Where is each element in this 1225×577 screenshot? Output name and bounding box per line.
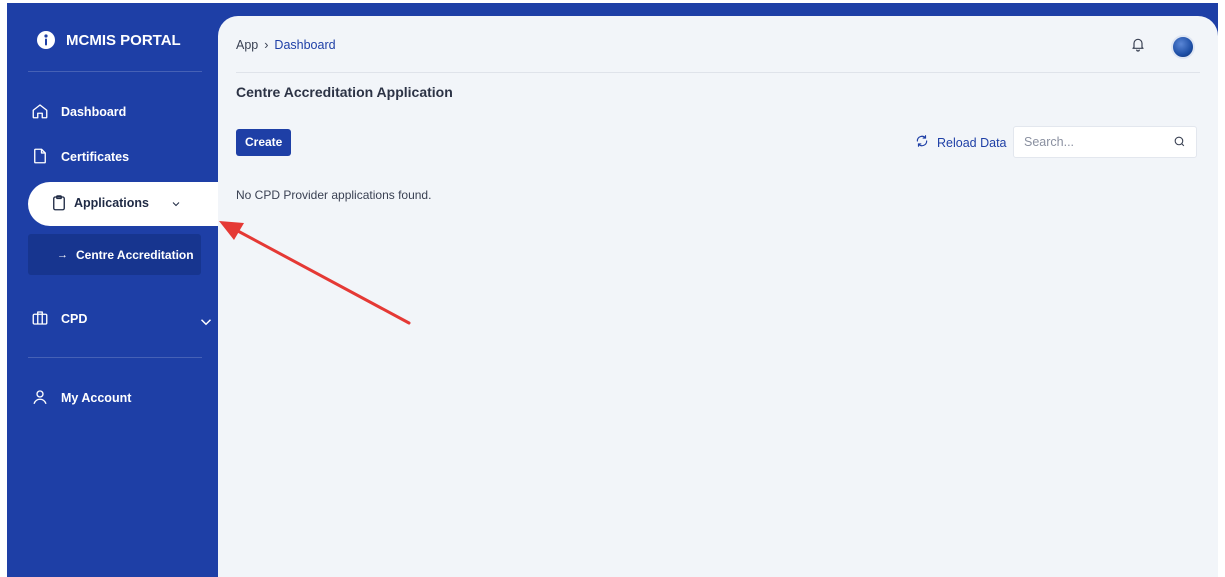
app-frame: MCMIS PORTAL Dashboard Certificates Appl… [7, 3, 1218, 577]
reload-data-button[interactable]: Reload Data [915, 134, 1007, 151]
search-box [1013, 126, 1197, 158]
sidebar-divider [28, 71, 202, 72]
sidebar-item-label: Certificates [61, 150, 130, 164]
breadcrumb-current[interactable]: Dashboard [274, 38, 335, 52]
sidebar-item-cpd[interactable]: CPD [31, 307, 212, 331]
sidebar: MCMIS PORTAL Dashboard Certificates Appl… [7, 3, 218, 577]
sidebar-item-applications[interactable]: Applications [28, 182, 218, 226]
refresh-icon [915, 134, 929, 151]
empty-state-message: No CPD Provider applications found. [236, 188, 432, 202]
search-input[interactable] [1014, 127, 1164, 157]
brand-name: MCMIS PORTAL [66, 31, 181, 49]
chevron-down-icon[interactable] [170, 197, 182, 215]
bell-icon[interactable] [1130, 36, 1146, 57]
sidebar-item-certificates[interactable]: Certificates [31, 145, 129, 169]
sidebar-item-label: Dashboard [61, 105, 127, 119]
sidebar-subitem-centre-accreditation[interactable]: → Centre Accreditation [28, 234, 201, 275]
clipboard-icon [50, 194, 68, 217]
file-icon [31, 147, 49, 168]
create-button[interactable]: Create [236, 129, 292, 156]
sidebar-item-dashboard[interactable]: Dashboard [31, 100, 126, 124]
brand[interactable]: MCMIS PORTAL [37, 31, 181, 49]
search-icon[interactable] [1173, 135, 1186, 153]
chevron-down-icon[interactable] [197, 313, 215, 334]
sidebar-item-label: Applications [74, 196, 150, 210]
breadcrumb: App › Dashboard [236, 38, 336, 52]
header-divider [236, 72, 1200, 73]
sidebar-divider [28, 357, 202, 358]
reload-data-label: Reload Data [937, 135, 1007, 150]
sidebar-item-my-account[interactable]: My Account [31, 386, 131, 410]
page-title: Centre Accreditation Application [236, 84, 453, 100]
sidebar-subitem-label: Centre Accreditation [76, 247, 194, 262]
briefcase-icon [31, 309, 49, 330]
user-icon [31, 388, 49, 409]
breadcrumb-separator-icon: › [264, 38, 269, 52]
arrow-right-icon: → [57, 248, 68, 261]
avatar[interactable] [1171, 35, 1195, 59]
main-panel: App › Dashboard Centre Accreditation App… [218, 16, 1218, 577]
sidebar-item-label: My Account [61, 391, 132, 405]
logo-icon [37, 31, 55, 49]
breadcrumb-root[interactable]: App [236, 38, 258, 52]
home-icon [31, 102, 49, 123]
sidebar-item-label: CPD [61, 312, 88, 326]
